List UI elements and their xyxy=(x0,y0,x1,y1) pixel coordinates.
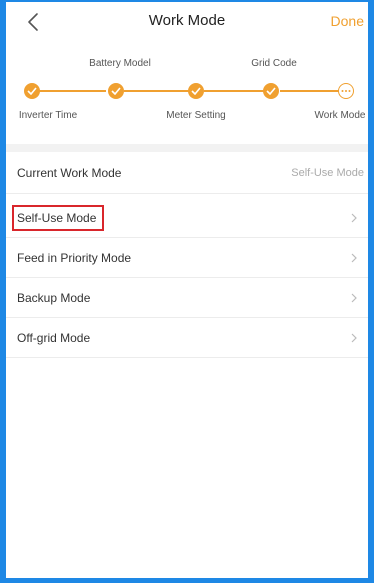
check-icon xyxy=(27,87,37,95)
step-label-grid-code: Grid Code xyxy=(251,58,297,69)
step-label-inverter-time: Inverter Time xyxy=(18,110,78,121)
step-complete-inverter-time xyxy=(24,83,40,99)
section-divider xyxy=(6,144,368,152)
check-icon xyxy=(266,87,276,95)
mode-label: Self-Use Mode xyxy=(11,204,105,231)
app-frame: Work Mode Done Battery Model Grid Code I… xyxy=(0,0,374,583)
step-complete-grid-code xyxy=(263,83,279,99)
step-connector xyxy=(36,90,106,92)
setup-progress-stepper: Battery Model Grid Code Inverter Time Me… xyxy=(6,52,368,132)
mode-item-off-grid[interactable]: Off-grid Mode xyxy=(6,318,368,358)
check-icon xyxy=(191,87,201,95)
page-title: Work Mode xyxy=(148,12,226,29)
step-connector xyxy=(124,90,196,92)
header-bar: Work Mode Done xyxy=(6,2,368,44)
mode-label: Off-grid Mode xyxy=(17,330,91,345)
done-button[interactable]: Done xyxy=(331,13,364,29)
mode-item-self-use[interactable]: Self-Use Mode xyxy=(6,198,368,238)
step-label-work-mode: Work Mode xyxy=(314,110,366,121)
more-dots-icon xyxy=(341,90,351,92)
step-label-battery-model: Battery Model xyxy=(89,58,151,69)
check-icon xyxy=(111,87,121,95)
chevron-right-icon xyxy=(351,253,357,262)
work-mode-list: Self-Use Mode Feed in Priority Mode Back… xyxy=(6,198,368,358)
step-complete-meter-setting xyxy=(188,83,204,99)
mode-item-feed-in-priority[interactable]: Feed in Priority Mode xyxy=(6,238,368,278)
step-label-meter-setting: Meter Setting xyxy=(166,110,226,121)
step-current-work-mode xyxy=(338,83,354,99)
chevron-right-icon xyxy=(351,333,357,342)
step-complete-battery-model xyxy=(108,83,124,99)
current-work-mode-value: Self-Use Mode xyxy=(291,166,364,179)
current-work-mode-label: Current Work Mode xyxy=(17,165,122,180)
step-connector xyxy=(280,90,342,92)
chevron-right-icon xyxy=(351,213,357,222)
mode-label: Feed in Priority Mode xyxy=(17,250,132,265)
mode-label: Backup Mode xyxy=(17,290,91,305)
mode-item-backup[interactable]: Backup Mode xyxy=(6,278,368,318)
step-connector xyxy=(204,90,266,92)
chevron-right-icon xyxy=(351,293,357,302)
current-work-mode-row: Current Work Mode Self-Use Mode xyxy=(6,152,368,194)
